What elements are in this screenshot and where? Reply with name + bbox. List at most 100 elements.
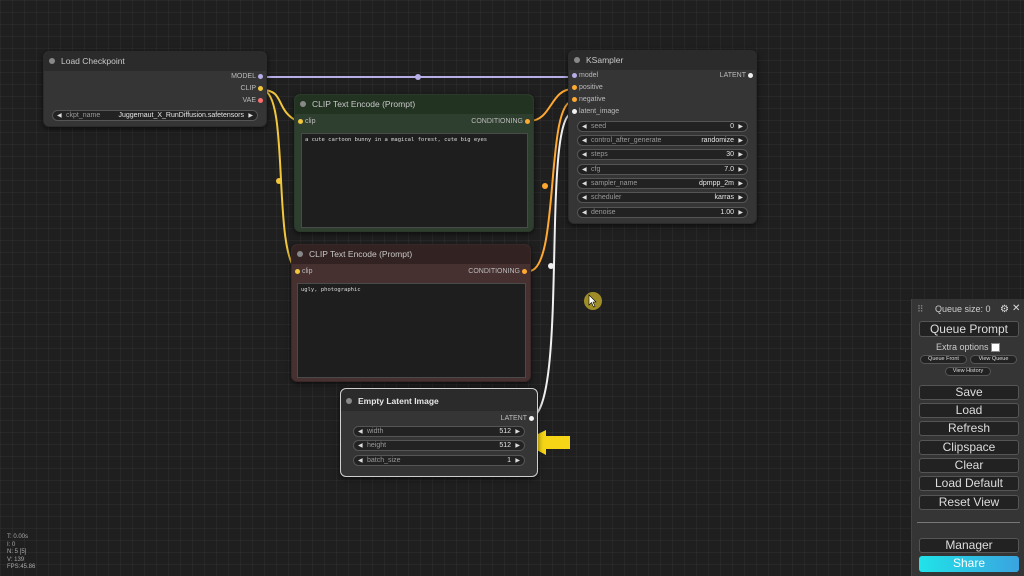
collapse-dot-icon[interactable] (574, 57, 580, 63)
conditioning-output-pin[interactable] (525, 119, 530, 124)
decrement-arrow-icon[interactable]: ◀ (582, 208, 587, 218)
ksampler-title[interactable]: KSampler (569, 51, 756, 70)
queue-prompt-button[interactable]: Queue Prompt (919, 321, 1019, 337)
scheduler-widget[interactable]: ◀ scheduler karras ▶ (577, 192, 748, 203)
decrement-arrow-icon[interactable]: ◀ (582, 193, 587, 203)
latent-output-pin[interactable] (529, 416, 534, 421)
drag-handle-icon[interactable]: ⠿ (917, 304, 924, 315)
positive-prompt-textarea[interactable]: a cute cartoon bunny in a magical forest… (301, 133, 528, 228)
load-checkpoint-node[interactable]: Load Checkpoint MODEL CLIP VAE ◀ ckpt_na… (43, 51, 267, 127)
stat-fps: FPS:45.86 (7, 564, 36, 571)
share-button[interactable]: Share (919, 556, 1019, 572)
collapse-dot-icon[interactable] (49, 58, 55, 64)
clip-negative-io-row: clip CONDITIONING (292, 266, 530, 278)
empty-latent-image-node[interactable]: Empty Latent Image LATENT ◀ width 512 ▶ … (340, 388, 538, 477)
reset-view-button[interactable]: Reset View (919, 495, 1019, 510)
sampler-name-widget[interactable]: ◀ sampler_name dpmpp_2m ▶ (577, 178, 748, 189)
save-button[interactable]: Save (919, 385, 1019, 400)
increment-arrow-icon[interactable]: ▶ (248, 111, 253, 121)
stat-v: V: 139 (7, 556, 25, 563)
extra-options-label: Extra options (936, 342, 989, 352)
increment-arrow-icon[interactable]: ▶ (738, 208, 743, 218)
decrement-arrow-icon[interactable]: ◀ (582, 165, 587, 175)
clear-button[interactable]: Clear (919, 458, 1019, 473)
ksampler-node[interactable]: KSampler model LATENT positive negative … (568, 50, 757, 224)
positive-input-pin[interactable] (572, 85, 577, 90)
decrement-arrow-icon[interactable]: ◀ (582, 136, 587, 146)
perf-stats: T: 0.00s I: 0 N: 5 [5] V: 139 FPS:45.86 (7, 534, 35, 572)
decrement-arrow-icon[interactable]: ◀ (358, 441, 363, 451)
clip-text-encode-negative-node[interactable]: CLIP Text Encode (Prompt) clip CONDITION… (291, 244, 531, 382)
close-icon[interactable]: ✕ (1012, 303, 1020, 314)
clip-positive-title[interactable]: CLIP Text Encode (Prompt) (295, 95, 533, 114)
clip-input-pin[interactable] (295, 269, 300, 274)
extra-options-checkbox[interactable] (991, 343, 1000, 352)
cursor-highlight (584, 292, 602, 310)
increment-arrow-icon[interactable]: ▶ (738, 122, 743, 132)
load-default-button[interactable]: Load Default (919, 476, 1019, 491)
increment-arrow-icon[interactable]: ▶ (515, 456, 520, 466)
collapse-dot-icon[interactable] (346, 398, 352, 404)
output-clip: CLIP (44, 83, 266, 95)
latent-output-pin[interactable] (748, 73, 753, 78)
decrement-arrow-icon[interactable]: ◀ (57, 111, 62, 121)
model-output-pin[interactable] (258, 74, 263, 79)
increment-arrow-icon[interactable]: ▶ (738, 179, 743, 189)
decrement-arrow-icon[interactable]: ◀ (358, 427, 363, 437)
refresh-button[interactable]: Refresh (919, 421, 1019, 436)
cfg-widget[interactable]: ◀ cfg 7.0 ▶ (577, 164, 748, 175)
collapse-dot-icon[interactable] (300, 101, 306, 107)
load-checkpoint-title[interactable]: Load Checkpoint (44, 52, 266, 71)
width-widget[interactable]: ◀ width 512 ▶ (353, 426, 525, 437)
view-history-button[interactable]: View History (945, 367, 991, 376)
clip-link-midpoint (276, 178, 282, 184)
latent-image-input-pin[interactable] (572, 109, 577, 114)
increment-arrow-icon[interactable]: ▶ (515, 441, 520, 451)
clip-negative-title[interactable]: CLIP Text Encode (Prompt) (292, 245, 530, 264)
decrement-arrow-icon[interactable]: ◀ (582, 150, 587, 160)
view-queue-button[interactable]: View Queue (970, 355, 1017, 364)
settings-gear-icon[interactable]: ⚙ (1000, 304, 1009, 315)
clip-text-encode-positive-node[interactable]: CLIP Text Encode (Prompt) clip CONDITION… (294, 94, 534, 232)
empty-latent-title[interactable]: Empty Latent Image (341, 389, 537, 411)
manager-button[interactable]: Manager (919, 538, 1019, 553)
increment-arrow-icon[interactable]: ▶ (738, 136, 743, 146)
control-after-generate-widget[interactable]: ◀ control_after_generate randomize ▶ (577, 135, 748, 146)
conditioning-link-midpoint (542, 183, 548, 189)
batch-size-widget[interactable]: ◀ batch_size 1 ▶ (353, 455, 525, 466)
decrement-arrow-icon[interactable]: ◀ (582, 179, 587, 189)
clip-link-positive (261, 89, 298, 122)
negative-input-pin[interactable] (572, 97, 577, 102)
empty-latent-output-row: LATENT (341, 413, 537, 425)
clip-positive-io-row: clip CONDITIONING (295, 116, 533, 128)
vae-output-pin[interactable] (258, 98, 263, 103)
ksampler-negative-row: negative (569, 94, 756, 106)
increment-arrow-icon[interactable]: ▶ (738, 165, 743, 175)
stat-i: I: 0 (7, 541, 16, 548)
clip-output-pin[interactable] (258, 86, 263, 91)
increment-arrow-icon[interactable]: ▶ (738, 150, 743, 160)
steps-widget[interactable]: ◀ steps 30 ▶ (577, 149, 748, 160)
collapse-dot-icon[interactable] (297, 251, 303, 257)
decrement-arrow-icon[interactable]: ◀ (582, 122, 587, 132)
ksampler-model-row: model LATENT (569, 70, 756, 82)
decrement-arrow-icon[interactable]: ◀ (358, 456, 363, 466)
ckpt-name-widget[interactable]: ◀ ckpt_name Juggernaut_X_RunDiffusion.sa… (52, 110, 258, 121)
conditioning-output-pin[interactable] (522, 269, 527, 274)
increment-arrow-icon[interactable]: ▶ (738, 193, 743, 203)
model-input-pin[interactable] (572, 73, 577, 78)
load-button[interactable]: Load (919, 403, 1019, 418)
model-link-midpoint (415, 74, 421, 80)
height-widget[interactable]: ◀ height 512 ▶ (353, 440, 525, 451)
negative-prompt-textarea[interactable]: ugly, photographic (297, 283, 526, 378)
queue-front-button[interactable]: Queue Front (920, 355, 967, 364)
ksampler-latent-row: latent_image (569, 106, 756, 118)
clipspace-button[interactable]: Clipspace (919, 440, 1019, 455)
stat-time: T: 0.00s (7, 534, 29, 540)
denoise-widget[interactable]: ◀ denoise 1.00 ▶ (577, 207, 748, 218)
latent-link-midpoint (548, 263, 554, 269)
increment-arrow-icon[interactable]: ▶ (515, 427, 520, 437)
seed-widget[interactable]: ◀ seed 0 ▶ (577, 121, 748, 132)
clip-input-pin[interactable] (298, 119, 303, 124)
queue-size-label: Queue size: 0 (935, 304, 991, 314)
